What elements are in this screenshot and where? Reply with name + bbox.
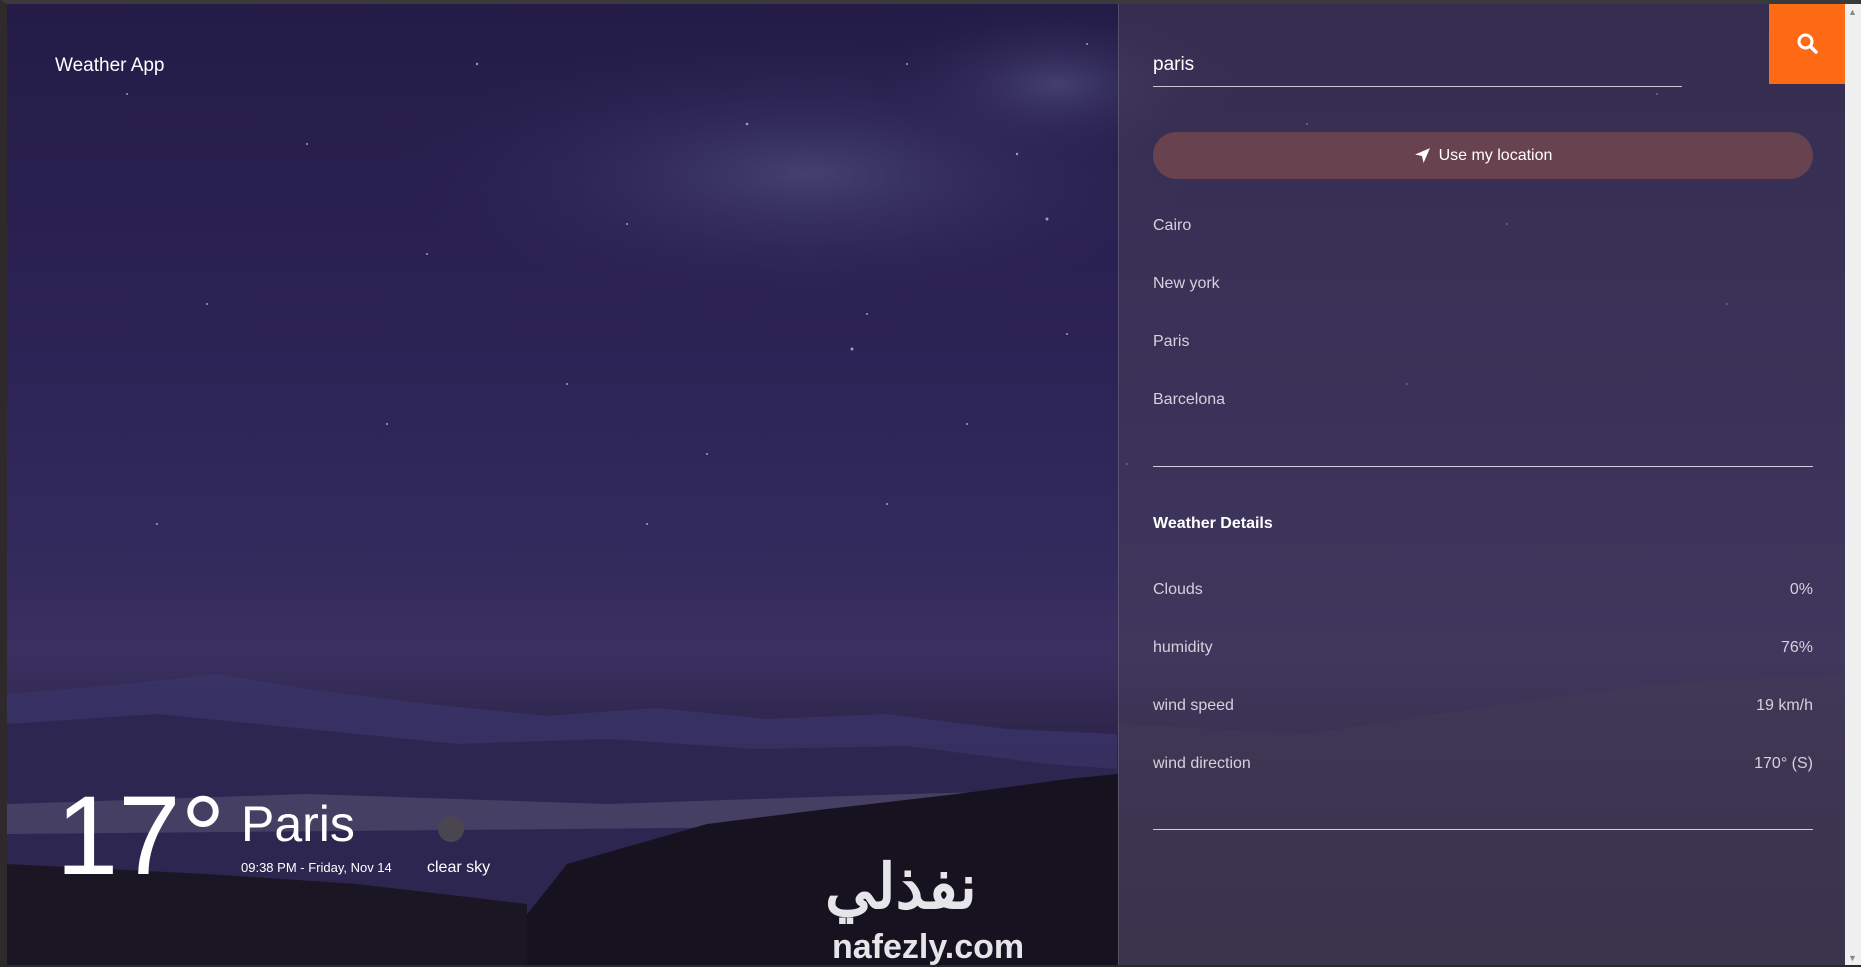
city-item-cairo[interactable]: Cairo bbox=[1153, 217, 1813, 275]
detail-row-wind-direction: wind direction 170° (S) bbox=[1153, 755, 1813, 813]
scroll-down-icon[interactable]: ▼ bbox=[1848, 953, 1857, 963]
side-panel: Use my location Cairo New york Paris Bar… bbox=[1118, 4, 1846, 965]
detail-value: 170° (S) bbox=[1754, 755, 1813, 772]
recent-cities-list: Cairo New york Paris Barcelona bbox=[1153, 217, 1813, 449]
detail-label: Clouds bbox=[1153, 581, 1203, 598]
scroll-up-icon[interactable]: ▲ bbox=[1848, 7, 1857, 17]
detail-row-clouds: Clouds 0% bbox=[1153, 581, 1813, 639]
divider bbox=[1153, 829, 1813, 830]
search-input[interactable] bbox=[1153, 44, 1682, 87]
weather-details-list: Clouds 0% humidity 76% wind speed 19 km/… bbox=[1153, 581, 1813, 813]
watermark-latin: nafezly.com bbox=[832, 928, 1025, 966]
current-datetime: 09:38 PM - Friday, Nov 14 bbox=[241, 860, 392, 875]
city-item-paris[interactable]: Paris bbox=[1153, 333, 1813, 391]
location-arrow-icon bbox=[1414, 148, 1430, 163]
detail-row-humidity: humidity 76% bbox=[1153, 639, 1813, 697]
divider bbox=[1153, 466, 1813, 467]
current-weather: 17° Paris 09:38 PM - Friday, Nov 14 clea… bbox=[56, 773, 656, 898]
detail-value: 19 km/h bbox=[1756, 697, 1813, 714]
app-title: Weather App bbox=[55, 55, 165, 76]
city-item-new-york[interactable]: New york bbox=[1153, 275, 1813, 333]
watermark-arabic: نفذلي bbox=[825, 853, 979, 922]
detail-value: 0% bbox=[1789, 581, 1813, 598]
city-item-barcelona[interactable]: Barcelona bbox=[1153, 391, 1813, 449]
weather-condition: clear sky bbox=[427, 859, 491, 876]
temperature: 17° bbox=[56, 773, 226, 898]
detail-label: wind direction bbox=[1153, 755, 1251, 772]
use-my-location-label: Use my location bbox=[1438, 146, 1553, 164]
detail-row-wind-speed: wind speed 19 km/h bbox=[1153, 697, 1813, 755]
detail-label: wind speed bbox=[1153, 697, 1234, 714]
detail-value: 76% bbox=[1780, 639, 1813, 656]
use-my-location-button[interactable]: Use my location bbox=[1153, 132, 1813, 179]
vertical-scrollbar[interactable]: ▲ ▼ bbox=[1845, 4, 1861, 965]
search-icon bbox=[1797, 33, 1818, 54]
detail-label: humidity bbox=[1153, 639, 1213, 656]
weather-condition-icon bbox=[438, 816, 464, 842]
search-button[interactable] bbox=[1769, 4, 1846, 84]
weather-details-title: Weather Details bbox=[1153, 515, 1273, 532]
current-city: Paris bbox=[241, 796, 355, 852]
watermark-logo: نفذلي nafezly.com bbox=[820, 850, 1050, 966]
